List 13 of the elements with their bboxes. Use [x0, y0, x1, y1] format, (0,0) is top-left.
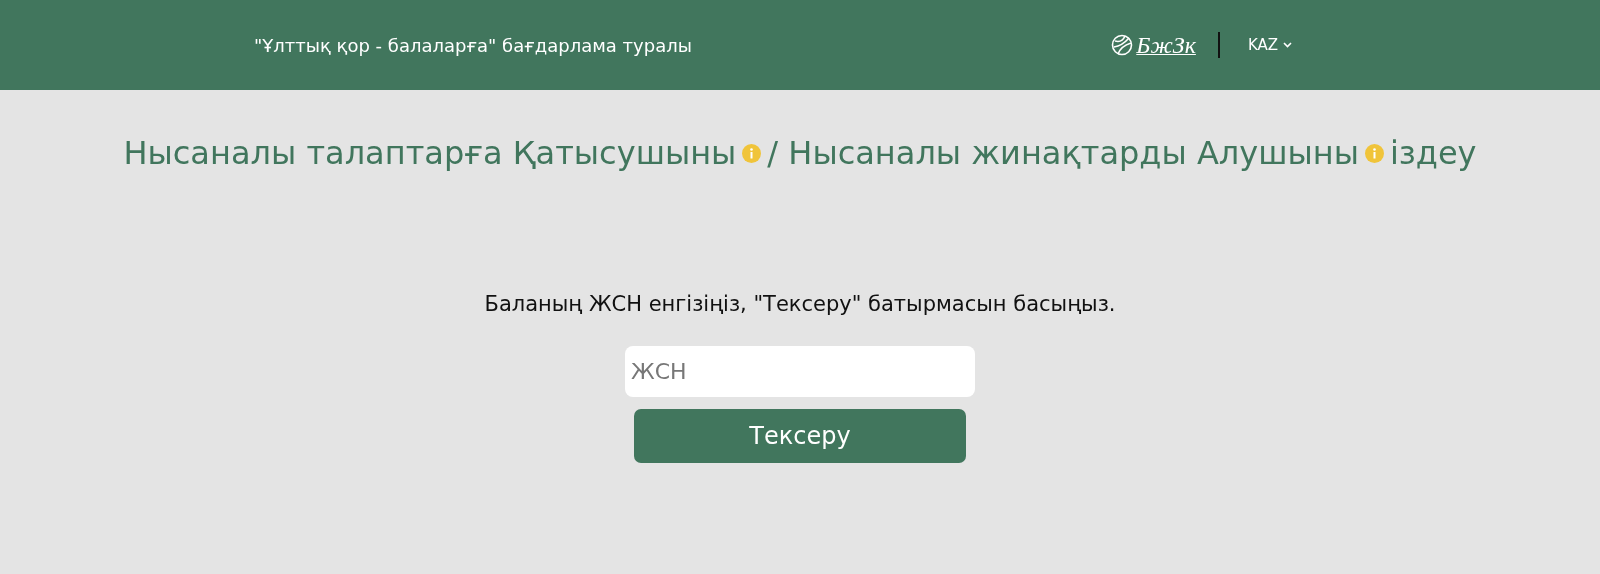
iin-input-field[interactable]: ЖСН	[625, 346, 975, 397]
info-icon[interactable]	[1364, 143, 1384, 163]
heading-text: / Нысаналы жинақтарды Алушыны	[767, 134, 1359, 172]
language-dropdown[interactable]: KAZ	[1247, 36, 1292, 54]
info-icon[interactable]	[742, 143, 762, 163]
heading-text: Нысаналы талаптарға Қатысушыны	[123, 134, 737, 172]
chevron-down-icon	[1283, 42, 1292, 48]
instruction-text: Баланың ЖСН енгізіңіз, "Тексеру" батырмасын басыңыз.	[484, 292, 1116, 316]
program-link[interactable]: "Ұлттық қор - балаларға" бағдарлама туралы	[254, 34, 692, 56]
heading-text: іздеу	[1389, 134, 1477, 172]
logo-text: БжЗк	[1136, 31, 1196, 59]
logo-icon	[1111, 34, 1134, 56]
check-button[interactable]: Тексеру	[634, 409, 966, 463]
